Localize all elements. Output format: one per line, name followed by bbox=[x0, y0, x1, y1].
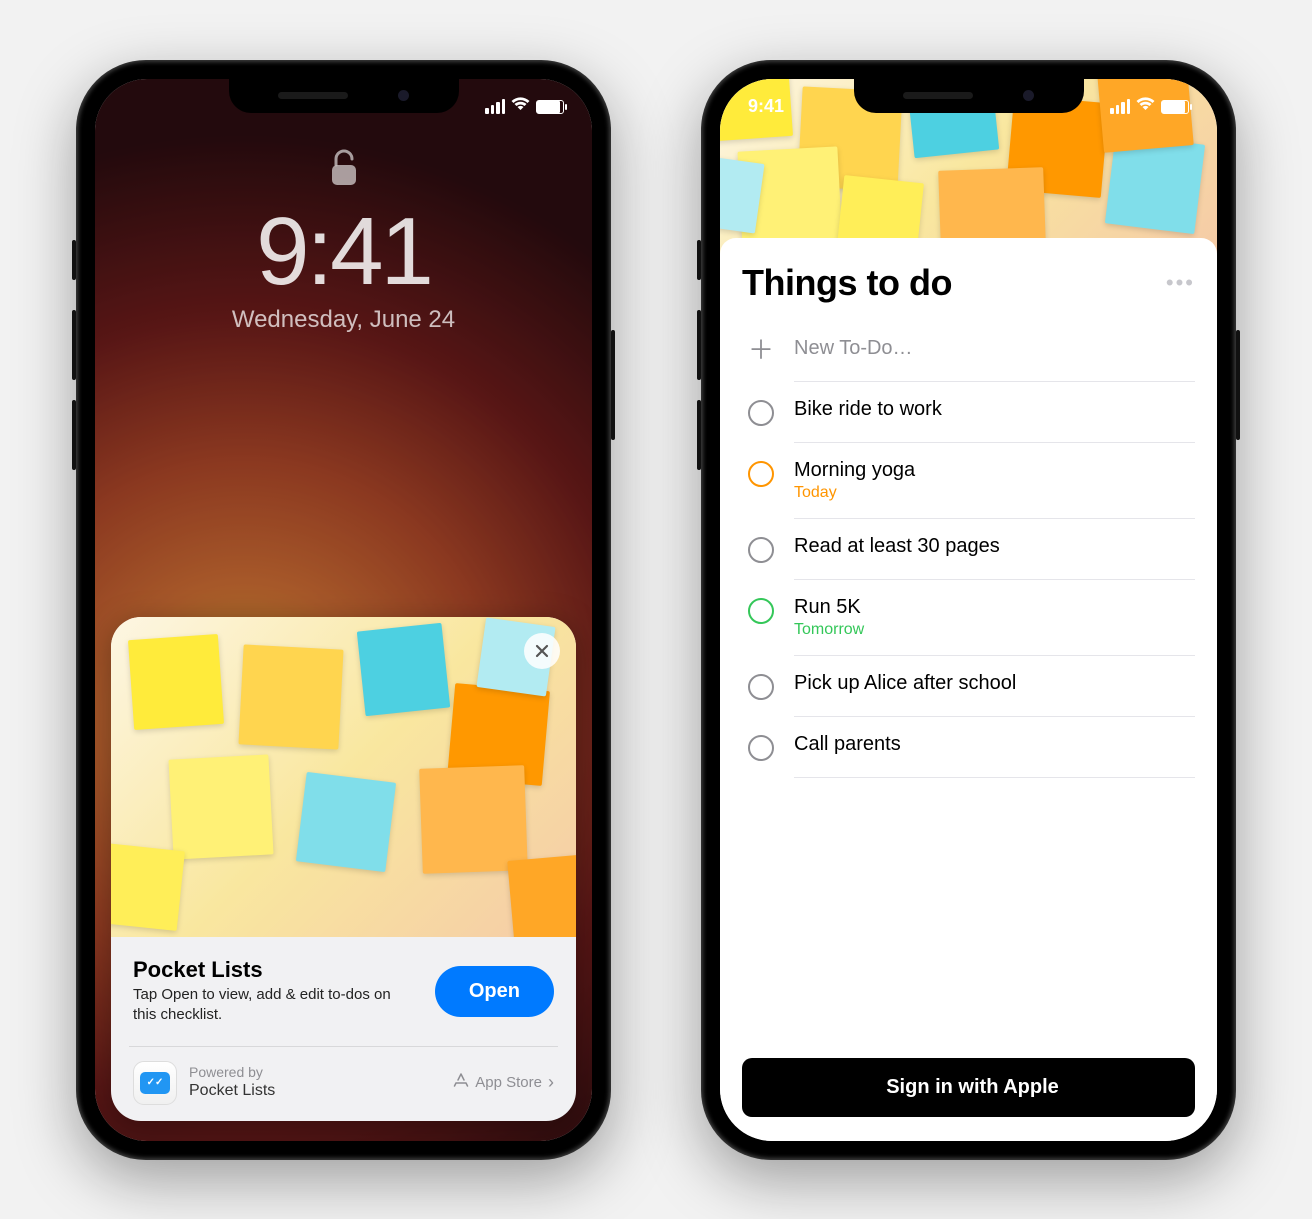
todo-text: Morning yoga bbox=[794, 459, 915, 482]
todo-checkbox[interactable] bbox=[748, 537, 774, 563]
todo-checkbox[interactable] bbox=[748, 674, 774, 700]
appstore-label: App Store bbox=[475, 1074, 542, 1091]
app-icon: ✓✓ bbox=[133, 1061, 177, 1105]
todo-checkbox[interactable] bbox=[748, 461, 774, 487]
open-button[interactable]: Open bbox=[435, 966, 554, 1017]
app-name-label: Pocket Lists bbox=[189, 1081, 275, 1101]
phone-right: 9:41 Things to do bbox=[701, 60, 1236, 1160]
wifi-icon bbox=[511, 97, 530, 116]
battery-icon bbox=[536, 100, 564, 114]
app-clip-card: Pocket Lists Tap Open to view, add & edi… bbox=[111, 617, 576, 1121]
list-title: Things to do bbox=[742, 262, 952, 304]
unlock-icon bbox=[329, 149, 359, 196]
mute-switch bbox=[697, 240, 701, 280]
todo-subtext: Today bbox=[794, 484, 915, 502]
lockscreen-time: 9:41 bbox=[256, 204, 431, 300]
power-btn bbox=[611, 330, 615, 440]
todo-text: Read at least 30 pages bbox=[794, 535, 1000, 558]
sign-in-label: Sign in with Apple bbox=[886, 1076, 1059, 1099]
app-clip-subtitle: Tap Open to view, add & edit to-dos on t… bbox=[133, 985, 393, 1026]
todo-row[interactable]: Morning yoga Today bbox=[742, 443, 1195, 518]
todo-text: Pick up Alice after school bbox=[794, 672, 1016, 695]
notch bbox=[854, 79, 1084, 113]
battery-icon bbox=[1161, 100, 1189, 114]
appstore-link[interactable]: App Store › bbox=[453, 1072, 554, 1093]
notch bbox=[229, 79, 459, 113]
lockscreen-wallpaper: 9:41 Wednesday, June 24 bbox=[95, 79, 592, 1141]
appstore-icon bbox=[453, 1073, 469, 1093]
todo-text: Call parents bbox=[794, 733, 901, 756]
todo-row[interactable]: Call parents bbox=[742, 717, 1195, 777]
app-clip-hero-image bbox=[111, 617, 576, 937]
todo-text: Run 5K bbox=[794, 596, 864, 619]
app-clip-title: Pocket Lists bbox=[133, 957, 419, 983]
todo-checkbox[interactable] bbox=[748, 735, 774, 761]
powered-by-label: Powered by bbox=[189, 1064, 275, 1082]
volume-up-btn bbox=[72, 310, 76, 380]
todo-checkbox[interactable] bbox=[748, 400, 774, 426]
mute-switch bbox=[72, 240, 76, 280]
todo-row[interactable]: Read at least 30 pages bbox=[742, 519, 1195, 579]
todo-checkbox[interactable] bbox=[748, 598, 774, 624]
screen-left: 9:41 Wednesday, June 24 bbox=[95, 79, 592, 1141]
power-btn bbox=[1236, 330, 1240, 440]
cellular-signal-icon bbox=[1110, 99, 1130, 114]
chevron-right-icon: › bbox=[548, 1072, 554, 1093]
sign-in-with-apple-button[interactable]: Sign in with Apple bbox=[742, 1058, 1195, 1117]
todo-row[interactable]: Bike ride to work bbox=[742, 382, 1195, 442]
new-todo-row[interactable]: ＋ New To-Do… bbox=[742, 316, 1195, 381]
phone-left: 9:41 Wednesday, June 24 bbox=[76, 60, 611, 1160]
plus-icon: ＋ bbox=[748, 330, 774, 367]
lockscreen-date: Wednesday, June 24 bbox=[232, 306, 455, 334]
screen-right: 9:41 Things to do bbox=[720, 79, 1217, 1141]
todo-row[interactable]: Pick up Alice after school bbox=[742, 656, 1195, 716]
todo-row[interactable]: Run 5K Tomorrow bbox=[742, 580, 1195, 655]
todo-text: Bike ride to work bbox=[794, 398, 942, 421]
wifi-icon bbox=[1136, 97, 1155, 116]
status-time: 9:41 bbox=[748, 96, 784, 117]
volume-up-btn bbox=[697, 310, 701, 380]
close-button[interactable] bbox=[524, 633, 560, 669]
todo-subtext: Tomorrow bbox=[794, 621, 864, 639]
cellular-signal-icon bbox=[485, 99, 505, 114]
more-button[interactable]: ••• bbox=[1166, 270, 1195, 296]
new-todo-placeholder: New To-Do… bbox=[794, 337, 913, 360]
volume-down-btn bbox=[72, 400, 76, 470]
volume-down-btn bbox=[697, 400, 701, 470]
